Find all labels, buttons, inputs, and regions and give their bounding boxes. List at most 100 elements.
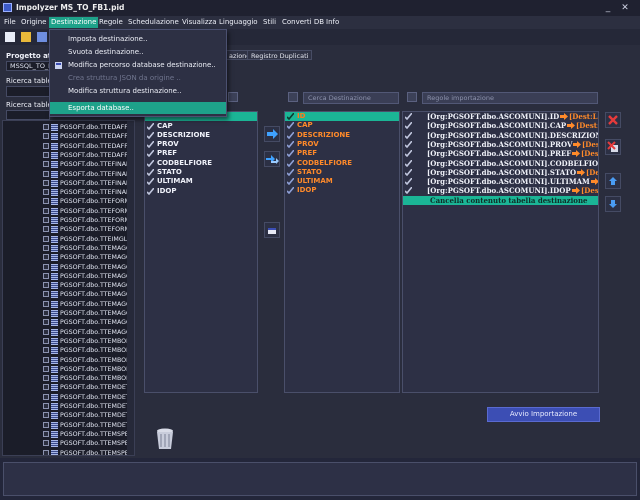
expand-icon[interactable]	[43, 384, 49, 391]
menu-origine[interactable]: Origine	[19, 17, 48, 28]
source-field-row[interactable]: STATO	[145, 168, 257, 177]
tree-row[interactable]: PGSOFT.dbo.TTEMAGG	[3, 309, 131, 318]
source-field-row[interactable]: CAP	[145, 122, 257, 131]
clear-rule-row[interactable]: Cancella contenuto tabella destinazione	[403, 196, 598, 206]
tree-row[interactable]: PGSOFT.dbo.TTEMSPEE	[3, 439, 133, 448]
tree-row[interactable]: PGSOFT.dbo.TTEMDETT	[3, 393, 133, 402]
rules-search-icon[interactable]	[407, 92, 417, 102]
tree-row[interactable]: PGSOFT.dbo.TTEMBOLI	[3, 356, 132, 365]
tree-row[interactable]: PGSOFT.dbo.TTEDAFFI	[3, 132, 130, 141]
search-table-input-2[interactable]	[6, 110, 50, 120]
menu-schedulazione[interactable]: Schedulazione	[126, 17, 181, 28]
expand-icon[interactable]	[43, 217, 49, 223]
expand-icon[interactable]	[43, 151, 49, 158]
tree-row[interactable]: PGSOFT.dbo.TTEMAGG	[3, 281, 131, 290]
menu-imposta-destinazione[interactable]: Imposta destinazione..	[50, 33, 226, 45]
source-search-icon[interactable]	[228, 92, 238, 102]
expand-icon[interactable]	[43, 142, 49, 149]
tree-row[interactable]: PGSOFT.dbo.TTEMAGG	[3, 253, 131, 262]
tree-row[interactable]: PGSOFT.dbo.TTEMSPEE	[3, 430, 133, 439]
expand-icon[interactable]	[43, 133, 49, 140]
dest-search-icon[interactable]	[288, 92, 298, 102]
minimize-button[interactable]: _	[603, 3, 613, 13]
tree-row[interactable]: PGSOFT.dbo.TTEMDETT	[3, 421, 133, 430]
save-icon[interactable]	[37, 32, 47, 42]
menu-regole[interactable]: Regole	[97, 17, 125, 28]
rule-row[interactable]: [Org:PGSOFT.dbo.ASCOMUNI].PROV [Dest:L6	[403, 140, 598, 149]
tree-row[interactable]: PGSOFT.dbo.TTEDAFFI	[3, 151, 130, 160]
dest-field-row[interactable]: CAP	[285, 121, 399, 130]
project-field[interactable]: MSSQL_TO_F	[6, 61, 52, 71]
tree-row[interactable]: PGSOFT.dbo.TTEMDETT	[3, 383, 133, 392]
dest-field-row[interactable]: PREF	[285, 149, 399, 158]
expand-icon[interactable]	[43, 449, 49, 455]
tree-row[interactable]: PGSOFT.dbo.TTEFORM	[3, 207, 130, 216]
expand-icon[interactable]	[43, 337, 49, 344]
expand-icon[interactable]	[43, 310, 49, 316]
expand-icon[interactable]	[43, 207, 49, 214]
rules-search-input[interactable]: Regole importazione	[422, 92, 598, 104]
tree-row[interactable]: PGSOFT.dbo.TTEFORM	[3, 197, 130, 206]
tree-row[interactable]: PGSOFT.dbo.TTEMAGG	[3, 290, 131, 299]
tree-row[interactable]: PGSOFT.dbo.TTEMDETT	[3, 402, 133, 411]
close-button[interactable]: ✕	[620, 3, 630, 13]
rule-row[interactable]: [Org:PGSOFT.dbo.ASCOMUNI].IDOP [Dest:L64	[403, 186, 598, 195]
menu-svuota-destinazione[interactable]: Svuota destinazione..	[50, 46, 226, 58]
tree-row[interactable]: PGSOFT.dbo.TTEMBOLI	[3, 346, 132, 355]
expand-icon[interactable]	[43, 179, 49, 186]
source-field-row[interactable]: PROV	[145, 140, 257, 149]
tree-row[interactable]: PGSOFT.dbo.TTEMBOLI	[3, 337, 132, 346]
menu-file[interactable]: File	[2, 17, 18, 28]
source-field-row[interactable]: IDOP	[145, 187, 257, 196]
rule-row[interactable]: [Org:PGSOFT.dbo.ASCOMUNI].ID [Dest:L644C0	[403, 112, 598, 121]
expand-icon[interactable]	[43, 430, 49, 437]
tree-row[interactable]: PGSOFT.dbo.TTEDAFFI	[3, 142, 130, 151]
expand-icon[interactable]	[43, 244, 49, 251]
expand-icon[interactable]	[43, 272, 49, 279]
expand-icon[interactable]	[43, 328, 49, 335]
expand-icon[interactable]	[43, 421, 49, 428]
expand-icon[interactable]	[43, 124, 49, 130]
source-field-row[interactable]: ULTIMAM	[145, 177, 257, 186]
expand-icon[interactable]	[43, 235, 49, 242]
dest-field-row[interactable]: STATO	[285, 168, 399, 177]
expand-icon[interactable]	[43, 356, 49, 363]
expand-icon[interactable]	[43, 440, 49, 447]
menu-stili[interactable]: Stili	[261, 17, 278, 28]
tree-row[interactable]: PGSOFT.dbo.TTEMBOLI	[3, 374, 132, 383]
dest-field-row[interactable]: IDOP	[285, 186, 399, 195]
dest-field-row[interactable]: CODBELFIORE	[285, 159, 399, 168]
add-all-mapping-button[interactable]	[264, 151, 280, 167]
tree-row[interactable]: PGSOFT.dbo.TTEMDETT	[3, 411, 133, 420]
delete-rule-button[interactable]	[605, 112, 621, 128]
menu-esporta-database[interactable]: Esporta database..	[50, 102, 226, 114]
tree-row[interactable]: PGSOFT.dbo.TTEFINAN	[3, 160, 131, 169]
open-folder-icon[interactable]	[21, 32, 31, 42]
delete-all-rules-button[interactable]	[605, 139, 621, 155]
rule-row[interactable]: [Org:PGSOFT.dbo.ASCOMUNI].DESCRIZIONE[D	[403, 131, 598, 140]
search-table-input-1[interactable]	[6, 86, 50, 97]
expand-icon[interactable]	[43, 226, 49, 233]
expand-icon[interactable]	[43, 347, 49, 354]
dest-field-row[interactable]: ID	[285, 112, 399, 122]
expand-icon[interactable]	[43, 319, 49, 326]
expand-icon[interactable]	[43, 365, 49, 372]
expand-icon[interactable]	[43, 189, 49, 196]
expand-icon[interactable]	[43, 282, 49, 289]
dest-field-row[interactable]: PROV	[285, 140, 399, 149]
tree-row[interactable]: PGSOFT.dbo.TTEMBOLI	[3, 365, 132, 374]
expand-icon[interactable]	[43, 375, 49, 382]
expand-icon[interactable]	[43, 161, 49, 168]
tree-row[interactable]: PGSOFT.dbo.TTEMAGG	[3, 263, 131, 272]
add-mapping-button[interactable]	[264, 126, 280, 142]
trash-icon[interactable]	[154, 427, 176, 451]
tree-row[interactable]: PGSOFT.dbo.TTEMAGG	[3, 272, 131, 281]
move-up-button[interactable]	[605, 173, 621, 189]
expand-icon[interactable]	[43, 198, 49, 205]
dest-field-row[interactable]: DESCRIZIONE	[285, 131, 399, 140]
menu-linguaggio[interactable]: Linguaggio	[217, 17, 260, 28]
expand-icon[interactable]	[43, 170, 49, 177]
move-down-button[interactable]	[605, 196, 621, 212]
source-field-row[interactable]: DESCRIZIONE	[145, 131, 257, 140]
rule-row[interactable]: [Org:PGSOFT.dbo.ASCOMUNI].CODBELFIORE[D	[403, 159, 598, 168]
